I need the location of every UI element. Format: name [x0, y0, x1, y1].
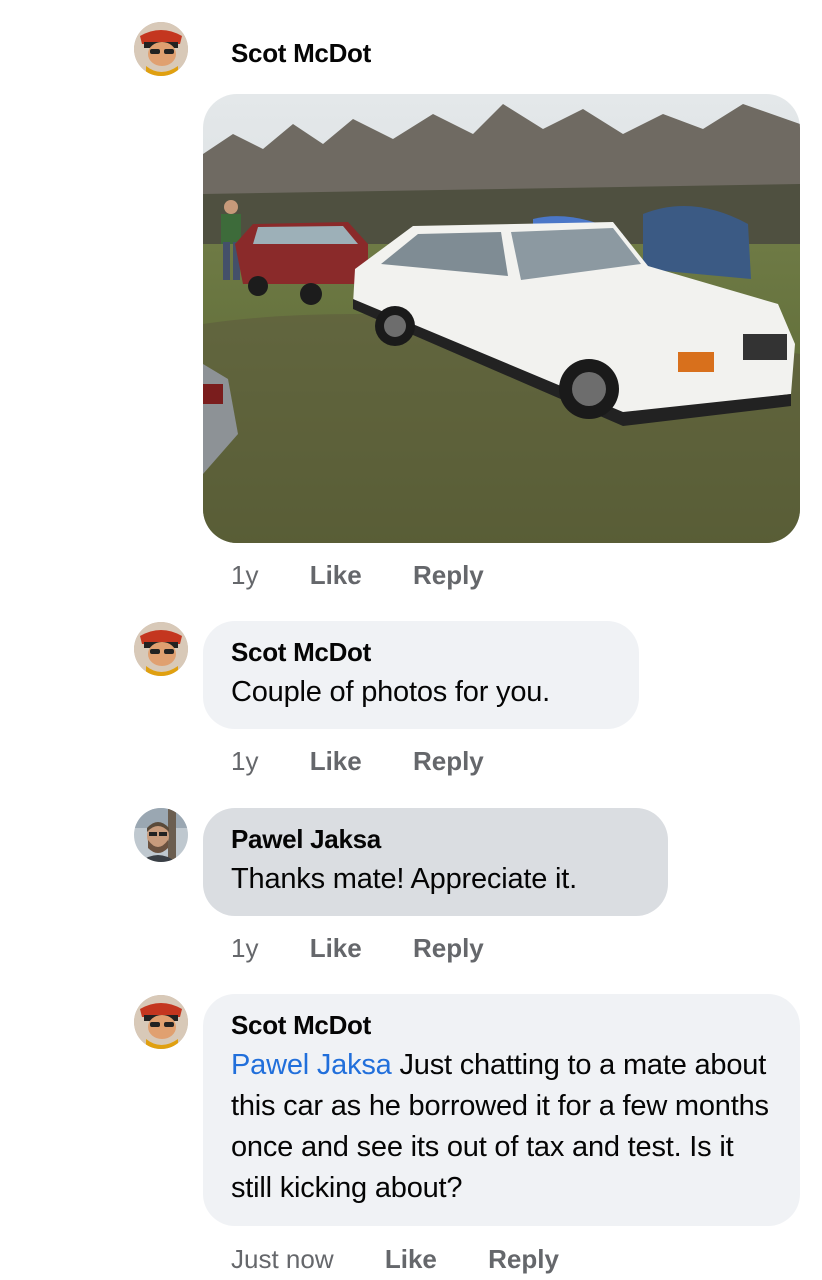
reply-button[interactable]: Reply — [413, 933, 484, 964]
comment-actions: 1y Like Reply — [231, 933, 484, 964]
avatar[interactable] — [134, 22, 188, 76]
comment-actions: 1y Like Reply — [231, 746, 484, 777]
comment-time[interactable]: Just now — [231, 1244, 334, 1275]
reply-button[interactable]: Reply — [413, 560, 484, 591]
comment-author[interactable]: Pawel Jaksa — [231, 824, 640, 855]
comment-item: Pawel Jaksa Thanks mate! Appreciate it. … — [0, 807, 822, 977]
comment-bubble[interactable]: Scot McDot Couple of photos for you. — [203, 621, 639, 729]
comment-author[interactable]: Scot McDot — [231, 38, 371, 69]
comment-actions: 1y Like Reply — [231, 560, 484, 591]
user-avatar-icon — [134, 808, 188, 862]
user-avatar-icon — [134, 622, 188, 676]
car-photo-image — [203, 94, 800, 543]
avatar[interactable] — [134, 808, 188, 862]
comment-bubble[interactable]: Scot McDot Pawel Jaksa Just chatting to … — [203, 994, 800, 1226]
comment-time[interactable]: 1y — [231, 933, 258, 964]
avatar[interactable] — [134, 622, 188, 676]
comment-photo[interactable] — [203, 94, 800, 543]
comment-text: Pawel Jaksa Just chatting to a mate abou… — [231, 1045, 772, 1209]
comment-item: Scot McDot Pawel Jaksa Just chatting to … — [0, 994, 822, 1280]
reply-button[interactable]: Reply — [488, 1244, 559, 1275]
comment-text: Couple of photos for you. — [231, 676, 551, 708]
comment-item: Scot McDot Couple of photos for you. 1y … — [0, 620, 822, 790]
user-avatar-icon — [134, 995, 188, 1049]
comment-time[interactable]: 1y — [231, 746, 258, 777]
comment-author[interactable]: Scot McDot — [231, 637, 611, 668]
comment-bubble[interactable]: Pawel Jaksa Thanks mate! Appreciate it. — [203, 808, 668, 916]
avatar[interactable] — [134, 995, 188, 1049]
comment-text: Thanks mate! Appreciate it. — [231, 863, 577, 895]
like-button[interactable]: Like — [310, 933, 362, 964]
like-button[interactable]: Like — [385, 1244, 437, 1275]
comment-time[interactable]: 1y — [231, 560, 258, 591]
comment-item: Scot McDot 1y Like Reply — [0, 0, 822, 600]
like-button[interactable]: Like — [310, 560, 362, 591]
comment-author[interactable]: Scot McDot — [231, 1010, 772, 1041]
like-button[interactable]: Like — [310, 746, 362, 777]
user-avatar-icon — [134, 22, 188, 76]
comment-actions: Just now Like Reply — [231, 1244, 559, 1275]
reply-button[interactable]: Reply — [413, 746, 484, 777]
mention-link[interactable]: Pawel Jaksa — [231, 1049, 392, 1081]
